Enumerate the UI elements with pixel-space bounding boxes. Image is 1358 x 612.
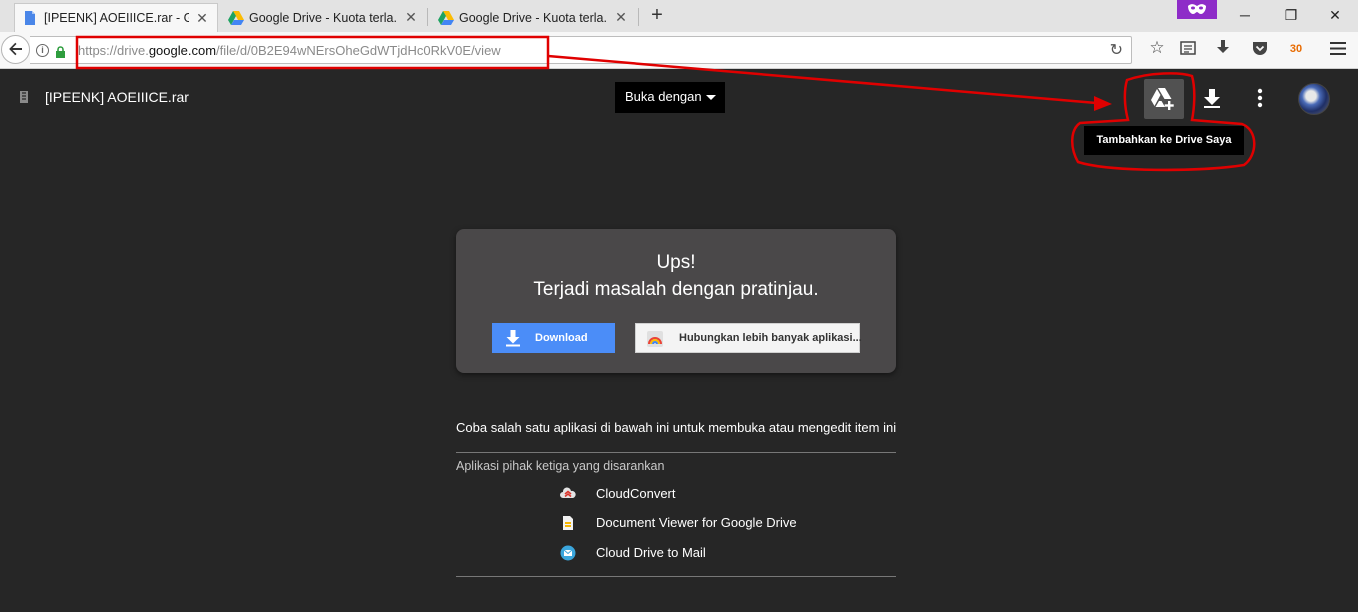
reload-icon[interactable]: ↻ <box>1110 40 1123 60</box>
connect-apps-icon <box>647 331 663 347</box>
arrow-left-icon <box>8 42 22 56</box>
lock-icon <box>55 45 66 58</box>
google-drive-icon <box>228 10 244 25</box>
menu-icon[interactable] <box>1326 34 1350 62</box>
add-to-drive-tooltip: Tambahkan ke Drive Saya <box>1084 126 1244 155</box>
error-title: Ups! <box>656 252 696 273</box>
download-button-label: Download <box>535 332 588 344</box>
add-to-my-drive-button[interactable] <box>1144 79 1184 119</box>
divider <box>456 452 896 453</box>
app-name: CloudConvert <box>596 486 676 501</box>
app-name: Document Viewer for Google Drive <box>596 515 797 530</box>
avatar[interactable] <box>1298 83 1330 115</box>
info-icon[interactable]: i <box>36 44 49 57</box>
suggested-app-cloudconvert[interactable]: CloudConvert <box>560 483 860 503</box>
restore-icon[interactable]: ❐ <box>1268 0 1314 30</box>
open-with-label: Buka dengan <box>625 89 702 104</box>
suggested-apps-heading: Aplikasi pihak ketiga yang disarankan <box>456 459 665 473</box>
screen: [IPEENK] AOEIIICE.rar - Go... ✕ Google D… <box>0 0 1358 612</box>
archive-file-icon <box>19 90 29 104</box>
url-bar[interactable]: i https://drive.google.com/file/d/0B2E94… <box>30 36 1132 64</box>
close-icon[interactable]: ✕ <box>614 9 628 26</box>
mail-icon <box>560 545 576 561</box>
browser-tab-strip: [IPEENK] AOEIIICE.rar - Go... ✕ Google D… <box>0 0 1358 32</box>
tab-google-drive-2[interactable]: Google Drive - Kuota terla... ✕ <box>430 3 636 32</box>
url-prefix: https://drive. <box>78 43 149 58</box>
tab-title: Google Drive - Kuota terla... <box>459 10 608 25</box>
document-icon <box>23 11 37 25</box>
caret-down-icon <box>706 95 716 100</box>
tab-title: Google Drive - Kuota terla... <box>249 10 398 25</box>
extension-badge: 30 <box>1289 43 1303 55</box>
file-title: [IPEENK] AOEIIICE.rar <box>45 89 189 105</box>
connect-more-apps-label: Hubungkan lebih banyak aplikasi... <box>679 332 862 344</box>
app-name: Cloud Drive to Mail <box>596 545 706 560</box>
download-button[interactable]: Download <box>492 323 615 353</box>
document-viewer-icon <box>560 515 576 531</box>
preview-error-card: Ups! Terjadi masalah dengan pratinjau. D… <box>456 229 896 373</box>
url-domain: google.com <box>148 43 217 58</box>
tab-title: [IPEENK] AOEIIICE.rar - Go... <box>44 11 189 25</box>
close-icon[interactable]: ✕ <box>195 10 209 27</box>
new-tab-button[interactable]: + <box>646 4 668 28</box>
drive-viewer-header: [IPEENK] AOEIIICE.rar Buka dengan <box>0 70 1358 126</box>
url-path: /file/d/0B2E94wNErsOheGdWTjdHc0RkV0E/vie… <box>216 43 501 58</box>
download-icon <box>1204 89 1220 108</box>
more-vert-icon <box>1257 88 1263 108</box>
suggested-app-cloud-drive-to-mail[interactable]: Cloud Drive to Mail <box>560 542 860 562</box>
url-text[interactable]: https://drive.google.com/file/d/0B2E94wN… <box>78 43 501 58</box>
tab-separator <box>638 8 639 26</box>
open-with-dropdown[interactable]: Buka dengan <box>615 82 725 113</box>
drive-add-icon <box>1151 88 1174 110</box>
divider <box>456 576 896 577</box>
browser-navbar: i https://drive.google.com/file/d/0B2E94… <box>0 32 1358 69</box>
error-message: Terjadi masalah dengan pratinjau. <box>533 279 819 300</box>
more-options-button[interactable] <box>1244 82 1276 114</box>
reading-list-icon[interactable] <box>1176 34 1200 62</box>
extension-badge-icon[interactable]: 30 <box>1284 34 1308 62</box>
tab-separator <box>427 8 428 26</box>
tab-google-drive-1[interactable]: Google Drive - Kuota terla... ✕ <box>220 3 426 32</box>
google-drive-icon <box>438 10 454 25</box>
connect-more-apps-button[interactable]: Hubungkan lebih banyak aplikasi... <box>635 323 862 353</box>
cloudconvert-icon <box>560 486 576 502</box>
try-app-prompt: Coba salah satu aplikasi di bawah ini un… <box>456 420 897 435</box>
close-icon[interactable]: ✕ <box>404 9 418 26</box>
back-button[interactable] <box>1 35 30 64</box>
close-window-icon[interactable]: ✕ <box>1312 0 1358 30</box>
pocket-icon[interactable] <box>1248 34 1272 62</box>
minimize-icon[interactable]: ─ <box>1222 0 1268 30</box>
private-browsing-mask-icon[interactable] <box>1177 0 1217 19</box>
downloads-icon[interactable] <box>1211 34 1235 62</box>
star-icon[interactable]: ☆ <box>1145 34 1169 62</box>
tab-ipeenk-file[interactable]: [IPEENK] AOEIIICE.rar - Go... ✕ <box>14 3 218 32</box>
download-icon <box>506 330 520 347</box>
download-toolbar-button[interactable] <box>1196 82 1228 114</box>
suggested-app-document-viewer[interactable]: Document Viewer for Google Drive <box>560 512 860 532</box>
